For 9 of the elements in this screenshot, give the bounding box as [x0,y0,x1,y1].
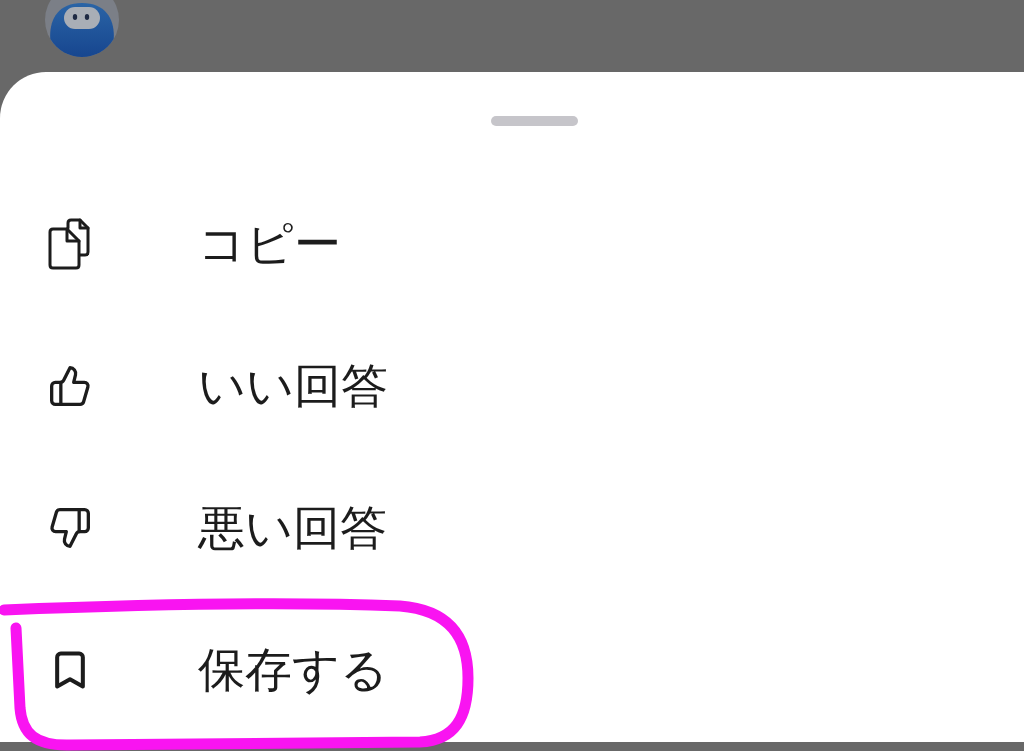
thumbs-up-icon [48,364,92,408]
avatar-icon [45,0,119,57]
menu-item[interactable]: コピー [32,192,420,296]
copy-icon [48,218,90,270]
menu-item[interactable]: 悪い回答 [32,476,420,580]
drag-handle[interactable] [491,116,578,126]
menu-item[interactable]: いい回答 [32,334,420,438]
menu-item[interactable]: 保存する [32,618,420,722]
thumbs-down-icon [48,506,92,550]
